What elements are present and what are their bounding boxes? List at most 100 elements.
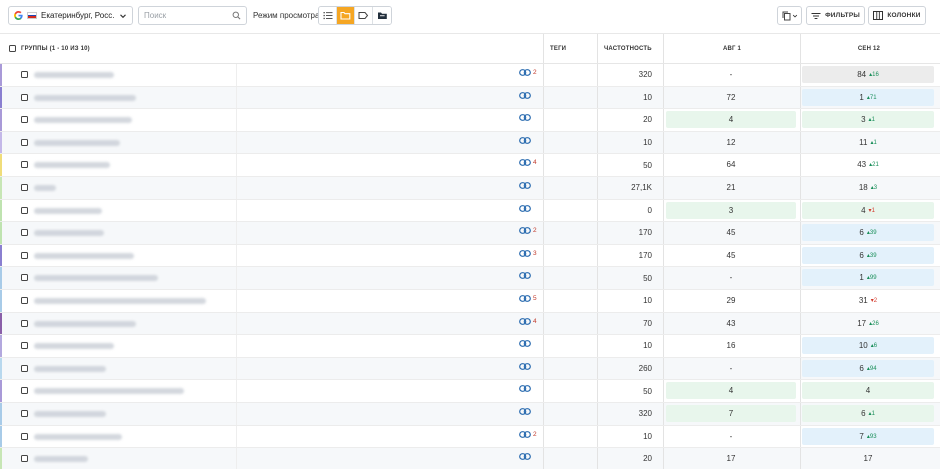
google-icon	[14, 11, 23, 20]
filter-icon	[811, 12, 821, 19]
row-link[interactable]: 2	[519, 69, 537, 76]
row-link[interactable]: 2	[519, 431, 537, 438]
group-name-blurred[interactable]	[34, 117, 132, 124]
link-icon	[519, 91, 531, 99]
sep-position-value: 43	[857, 160, 867, 170]
group-name-blurred[interactable]	[34, 456, 88, 463]
row-link[interactable]: 3	[519, 250, 537, 257]
header-tags[interactable]: ТЕГИ	[550, 34, 566, 64]
row-checkbox[interactable]	[21, 116, 28, 124]
frequency-cell: 70	[643, 318, 652, 328]
row-link[interactable]	[519, 114, 533, 122]
group-color-bar	[0, 357, 2, 380]
row-checkbox[interactable]	[21, 296, 28, 304]
region-selector[interactable]: Екатеринбург, Росс...	[8, 6, 133, 25]
columns-button[interactable]: КОЛОНКИ	[868, 6, 926, 25]
tag-view-button[interactable]	[355, 7, 373, 24]
search-input[interactable]	[144, 11, 230, 20]
row-checkbox[interactable]	[21, 138, 28, 146]
table-row[interactable]: 27,1K 21 18 ▴3	[0, 176, 940, 200]
table-row[interactable]: 4 50 64 43 ▴21	[0, 154, 940, 177]
table-row[interactable]: 10 12 11 ▴1	[0, 131, 940, 155]
table-row[interactable]: 260 - 6 ▴94	[0, 357, 940, 381]
filters-button[interactable]: ФИЛЬТРЫ	[806, 6, 865, 25]
sep-position-cell: 6 ▴94	[802, 359, 934, 377]
row-link[interactable]: 2	[519, 227, 537, 234]
row-checkbox[interactable]	[21, 183, 28, 191]
row-link[interactable]	[519, 385, 533, 393]
row-link[interactable]	[519, 204, 533, 212]
list-view-button[interactable]	[319, 7, 337, 24]
row-link[interactable]	[519, 362, 533, 370]
header-aug[interactable]: АВГ 1	[664, 34, 800, 64]
header-sep[interactable]: СЕН 12	[801, 34, 937, 64]
table-row[interactable]: 2 320 - 84 ▴16	[0, 64, 940, 87]
row-link[interactable]: 5	[519, 295, 537, 302]
row-checkbox[interactable]	[21, 71, 28, 78]
row-checkbox[interactable]	[21, 251, 28, 259]
table-row[interactable]: 20 4 3 ▴1	[0, 109, 940, 132]
group-name-blurred[interactable]	[34, 365, 106, 372]
group-name-blurred[interactable]	[34, 252, 134, 259]
group-name-blurred[interactable]	[34, 207, 102, 214]
group-name-blurred[interactable]	[34, 410, 106, 417]
row-link[interactable]	[519, 182, 533, 189]
group-name-blurred[interactable]	[34, 320, 136, 327]
sep-position-cell: 84 ▴16	[802, 66, 934, 83]
row-link[interactable]	[519, 272, 533, 280]
position-delta: ▴93	[866, 433, 877, 440]
table-row[interactable]: 2 10 - 7 ▴93	[0, 425, 940, 449]
row-link[interactable]: 4	[519, 159, 537, 166]
group-name-blurred[interactable]	[34, 343, 114, 350]
search-icon[interactable]	[232, 11, 241, 20]
select-all-checkbox[interactable]	[9, 45, 16, 52]
table-row[interactable]: 4 70 43 17 ▴26	[0, 312, 940, 336]
row-checkbox[interactable]	[21, 229, 28, 237]
table-row[interactable]: 0 3 4 ▾1	[0, 199, 940, 223]
row-checkbox[interactable]	[21, 319, 28, 327]
table-row[interactable]: 20 17 17	[0, 448, 940, 469]
table-row[interactable]: 3 170 45 6 ▴39	[0, 244, 940, 268]
row-checkbox[interactable]	[21, 455, 28, 463]
aug-position-cell: 4	[666, 111, 796, 129]
row-checkbox[interactable]	[21, 387, 28, 395]
aug-position-cell: 64	[726, 160, 736, 170]
row-link[interactable]	[519, 408, 533, 415]
table-row[interactable]: 10 72 1 ▴71	[0, 86, 940, 110]
group-name-blurred[interactable]	[34, 139, 120, 146]
row-checkbox[interactable]	[21, 409, 28, 417]
row-checkbox[interactable]	[21, 161, 28, 169]
row-link[interactable]	[519, 91, 533, 99]
row-checkbox[interactable]	[21, 342, 28, 350]
row-link[interactable]	[519, 340, 533, 348]
group-name-blurred[interactable]	[34, 72, 114, 78]
group-name-blurred[interactable]	[34, 388, 184, 395]
row-checkbox[interactable]	[21, 274, 28, 282]
row-checkbox[interactable]	[21, 432, 28, 440]
group-name-blurred[interactable]	[34, 162, 110, 169]
table-row[interactable]: 50 - 1 ▴99	[0, 267, 940, 290]
folder-dark-view-button[interactable]	[373, 7, 391, 24]
table-row[interactable]: 5 10 29 31 ▾2	[0, 289, 940, 313]
row-link[interactable]	[519, 453, 533, 460]
group-name-blurred[interactable]	[34, 297, 206, 304]
folder-view-button[interactable]	[337, 7, 355, 24]
row-link[interactable]	[519, 136, 533, 144]
row-checkbox[interactable]	[21, 206, 28, 214]
table-row[interactable]: 320 7 6 ▴1	[0, 402, 940, 426]
sep-position-cell: 1 ▴71	[802, 88, 934, 106]
copy-button[interactable]	[777, 6, 802, 25]
group-color-bar	[0, 176, 2, 199]
group-name-blurred[interactable]	[34, 184, 56, 191]
table-row[interactable]: 50 4 4	[0, 380, 940, 403]
group-name-blurred[interactable]	[34, 275, 158, 282]
group-name-blurred[interactable]	[34, 433, 122, 440]
row-checkbox[interactable]	[21, 364, 28, 372]
header-frequency[interactable]: ЧАСТОТНОСТЬ	[604, 34, 652, 64]
table-row[interactable]: 2 170 45 6 ▴39	[0, 222, 940, 245]
group-name-blurred[interactable]	[34, 94, 136, 101]
group-name-blurred[interactable]	[34, 230, 104, 237]
row-link[interactable]: 4	[519, 318, 537, 325]
row-checkbox[interactable]	[21, 93, 28, 101]
table-row[interactable]: 10 16 10 ▴6	[0, 335, 940, 358]
